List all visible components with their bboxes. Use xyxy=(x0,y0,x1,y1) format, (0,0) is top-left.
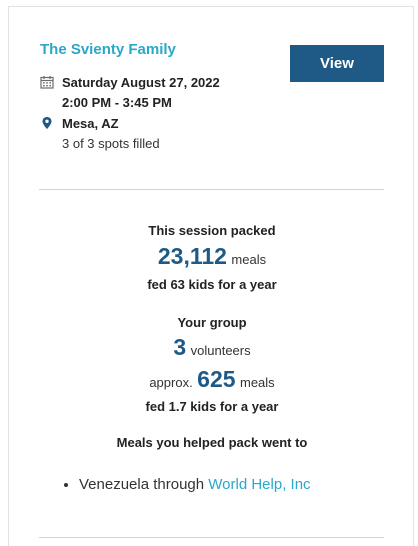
divider xyxy=(39,189,384,190)
calendar-icon xyxy=(40,75,54,89)
group-approx-label: approx. xyxy=(149,375,193,390)
destination-text: Venezuela through xyxy=(79,476,205,493)
event-date-row: Saturday August 27, 2022 2:00 PM - 3:45 … xyxy=(40,73,220,113)
group-heading: Your group xyxy=(177,315,247,330)
group-stats: Your group 3 volunteers approx. 625 meal… xyxy=(9,313,415,417)
list-item: Venezuela through World Help, Inc xyxy=(79,474,311,496)
map-pin-icon xyxy=(40,116,54,130)
session-stats: This session packed 23,112 meals fed 63 … xyxy=(9,221,415,295)
destination-heading: Meals you helped pack went to xyxy=(116,435,308,450)
group-volunteers-unit: volunteers xyxy=(190,343,251,358)
group-meals-unit: meals xyxy=(239,375,275,390)
event-title: The Svienty Family xyxy=(40,41,176,58)
event-location: Mesa, AZ xyxy=(62,116,119,131)
session-fed-text: fed 63 kids for a year xyxy=(147,277,277,292)
group-meals-count: 625 xyxy=(197,366,236,392)
group-fed-text: fed 1.7 kids for a year xyxy=(145,399,279,414)
session-heading: This session packed xyxy=(148,223,276,238)
session-meals-unit: meals xyxy=(231,252,267,267)
organization-link[interactable]: World Help, Inc xyxy=(208,476,310,493)
view-button[interactable]: View xyxy=(290,45,384,82)
destination-heading-block: Meals you helped pack went to xyxy=(9,433,415,453)
destination-list: Venezuela through World Help, Inc xyxy=(59,474,311,496)
event-location-row: Mesa, AZ xyxy=(40,114,119,134)
event-date: Saturday August 27, 2022 xyxy=(62,75,220,90)
event-time: 2:00 PM - 3:45 PM xyxy=(62,95,172,110)
event-card: The Svienty Family View Saturday August … xyxy=(8,6,414,546)
group-volunteers-count: 3 xyxy=(173,334,187,360)
session-meals-count: 23,112 xyxy=(157,243,227,269)
spots-filled: 3 of 3 spots filled xyxy=(62,136,160,151)
